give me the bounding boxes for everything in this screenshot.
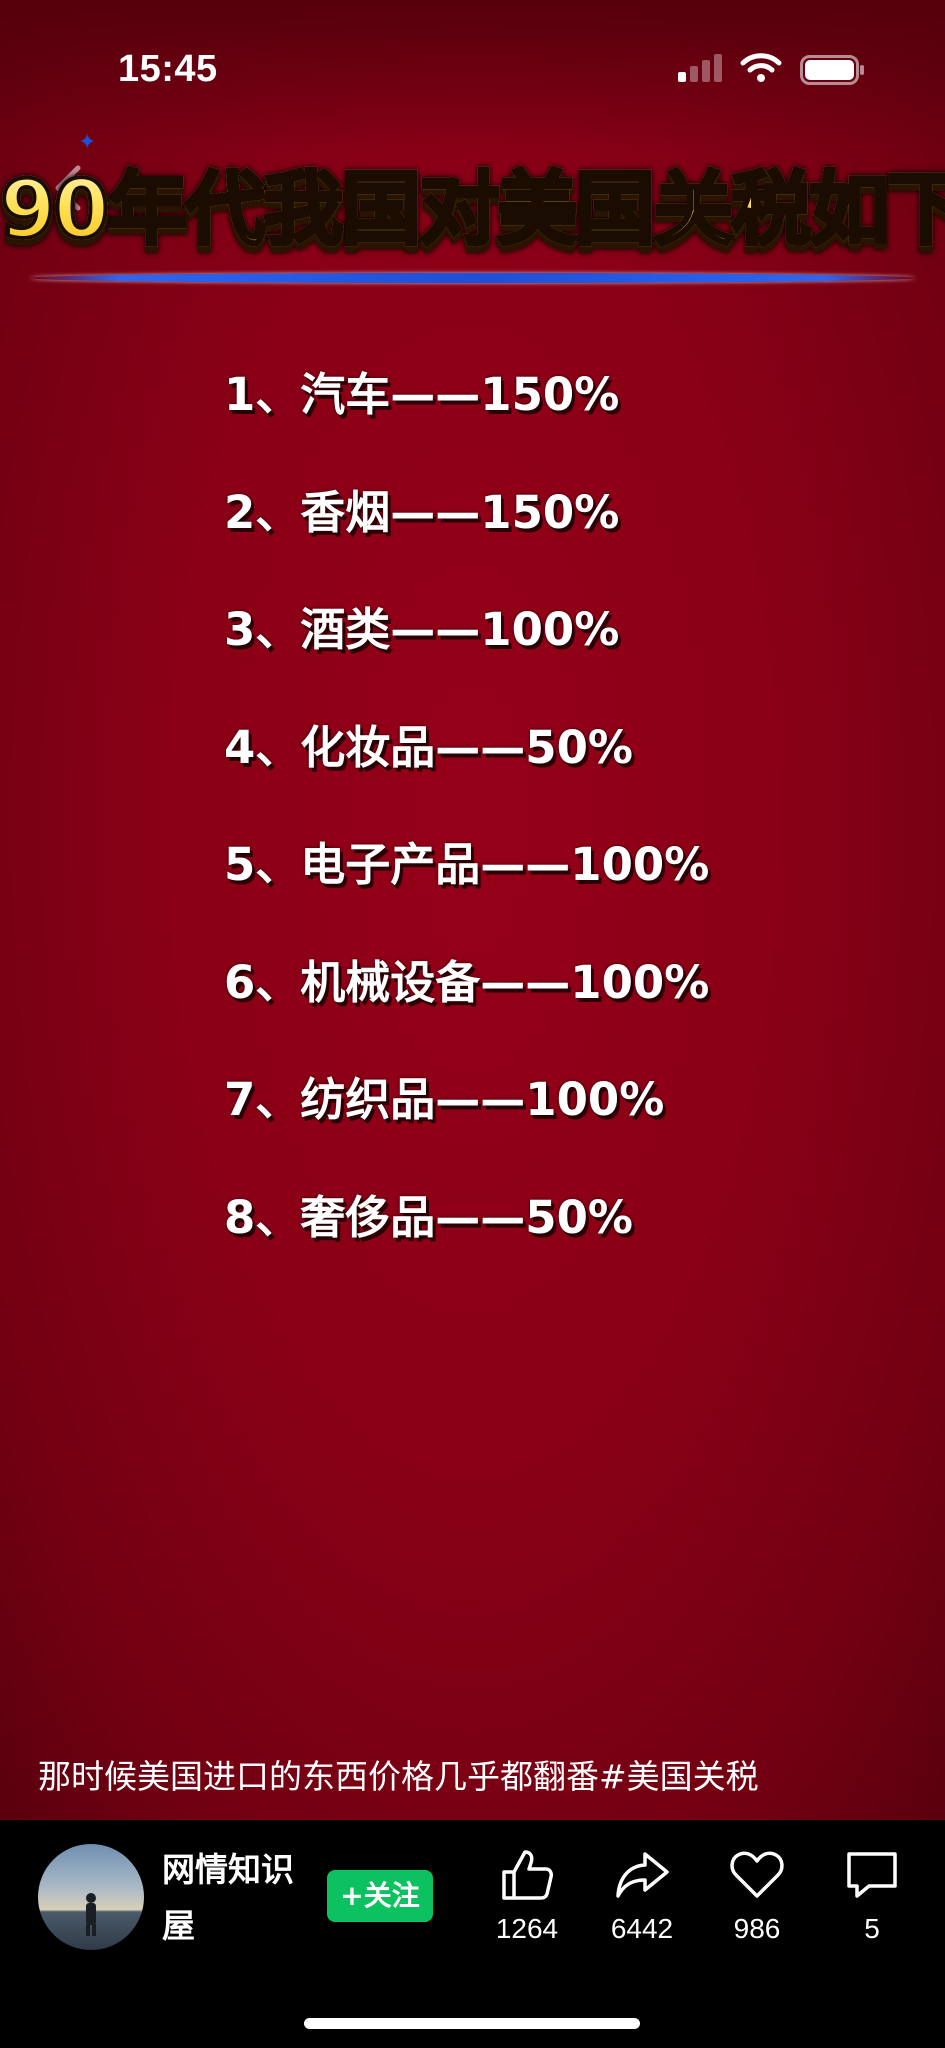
signal-icon (678, 54, 722, 82)
bottom-bar: 网情知识屋 +关注 1264 6442 986 5 (0, 1820, 945, 2048)
video-caption[interactable]: 那时候美国进口的东西价格几乎都翻番#美国关税 (38, 1752, 759, 1802)
list-item: 6、机械设备——100% (224, 955, 710, 1009)
wifi-icon (740, 53, 782, 82)
favorite-count: 986 (733, 1913, 781, 1944)
list-item: 8、奢侈品——50% (224, 1190, 634, 1244)
thumbs-up-icon (502, 1850, 553, 1900)
video-screen: 15:45 ✦ 90年代我国对美国关税如下 1、汽车——150% 2、香烟——1… (0, 0, 945, 2048)
list-item: 2、香烟——150% (224, 485, 620, 539)
list-item: 7、纺织品——100% (224, 1073, 665, 1126)
list-item: 5、电子产品——100% (224, 838, 710, 891)
tariff-list: 1、汽车——150% 2、香烟——150% 3、酒类——100% 4、化妆品——… (224, 360, 709, 1300)
favorite-button[interactable]: 986 (702, 1846, 812, 1946)
heart-icon (730, 1851, 784, 1898)
author-name[interactable]: 网情知识屋 (162, 1842, 322, 1954)
list-item: 1、汽车——150% (224, 368, 620, 421)
share-button[interactable]: 6442 (587, 1846, 697, 1946)
share-count: 6442 (610, 1913, 674, 1944)
title-banner: 90年代我国对美国关税如下 (0, 150, 945, 290)
video-title: 90年代我国对美国关税如下 (0, 150, 945, 270)
comment-icon (847, 1852, 897, 1898)
like-count: 1264 (495, 1913, 559, 1944)
like-button[interactable]: 1264 (472, 1846, 582, 1946)
status-bar: 15:45 (0, 0, 945, 140)
follow-button[interactable]: +关注 (327, 1870, 433, 1922)
share-icon (616, 1852, 669, 1898)
avatar[interactable] (38, 1844, 144, 1950)
status-time: 15:45 (118, 48, 218, 90)
home-indicator[interactable] (304, 2018, 640, 2029)
comment-count: 5 (864, 1913, 880, 1944)
comment-button[interactable]: 5 (817, 1846, 927, 1946)
list-item: 4、化妆品——50% (224, 720, 634, 774)
avatar-silhouette-icon (86, 1893, 96, 1936)
title-underline (30, 273, 915, 283)
list-item: 3、酒类——100% (224, 603, 620, 656)
battery-icon (800, 55, 864, 85)
